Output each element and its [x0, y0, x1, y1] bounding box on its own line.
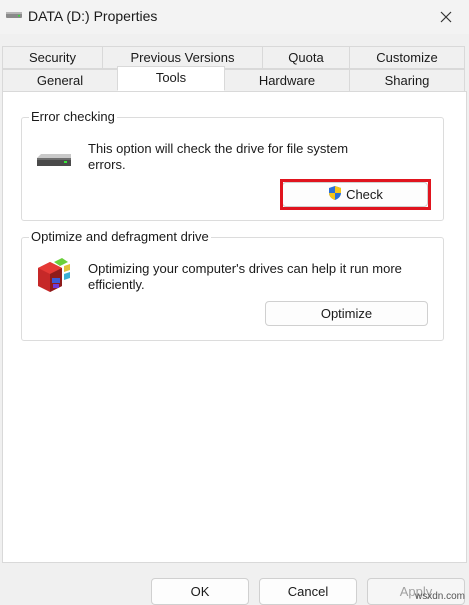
cancel-button[interactable]: Cancel [259, 578, 357, 605]
tab-general[interactable]: General [2, 69, 118, 92]
ok-button-label: OK [190, 584, 210, 599]
defragment-icon [34, 256, 74, 299]
optimize-group: Optimize and defragment drive Optimizing… [21, 229, 444, 341]
optimize-description: Optimizing your computer's drives can he… [88, 261, 402, 293]
cancel-button-label: Cancel [287, 584, 329, 599]
check-button-highlight [280, 179, 431, 210]
tab-hardware[interactable]: Hardware [224, 69, 350, 92]
close-icon [440, 11, 452, 23]
drive-icon [5, 7, 23, 21]
error-checking-group: Error checking This option will check th… [21, 109, 444, 221]
tab-tools[interactable]: Tools [117, 66, 225, 91]
optimize-button-label: Optimize [320, 306, 373, 321]
tab-customize[interactable]: Customize [349, 46, 465, 69]
optimize-desc-line1: Optimizing your computer's drives can he… [88, 261, 402, 276]
tab-quota[interactable]: Quota [262, 46, 350, 69]
close-button[interactable] [423, 0, 469, 34]
error-checking-desc-line2: errors. [88, 157, 126, 172]
title-bar: DATA (D:) Properties [0, 0, 469, 34]
hard-drive-icon [35, 149, 73, 174]
tools-tab-panel: Error checking This option will check th… [2, 91, 467, 563]
error-checking-description: This option will check the drive for fil… [88, 141, 348, 173]
error-checking-label: Error checking [29, 109, 117, 124]
ok-button[interactable]: OK [151, 578, 249, 605]
tab-sharing[interactable]: Sharing [349, 69, 465, 92]
optimize-label: Optimize and defragment drive [29, 229, 211, 244]
error-checking-desc-line1: This option will check the drive for fil… [88, 141, 349, 156]
optimize-button[interactable]: Optimize [265, 301, 428, 326]
watermark: wsxdn.com [414, 591, 465, 602]
tab-security[interactable]: Security [2, 46, 103, 69]
optimize-desc-line2: efficiently. [88, 277, 145, 292]
window-title: DATA (D:) Properties [28, 8, 158, 24]
